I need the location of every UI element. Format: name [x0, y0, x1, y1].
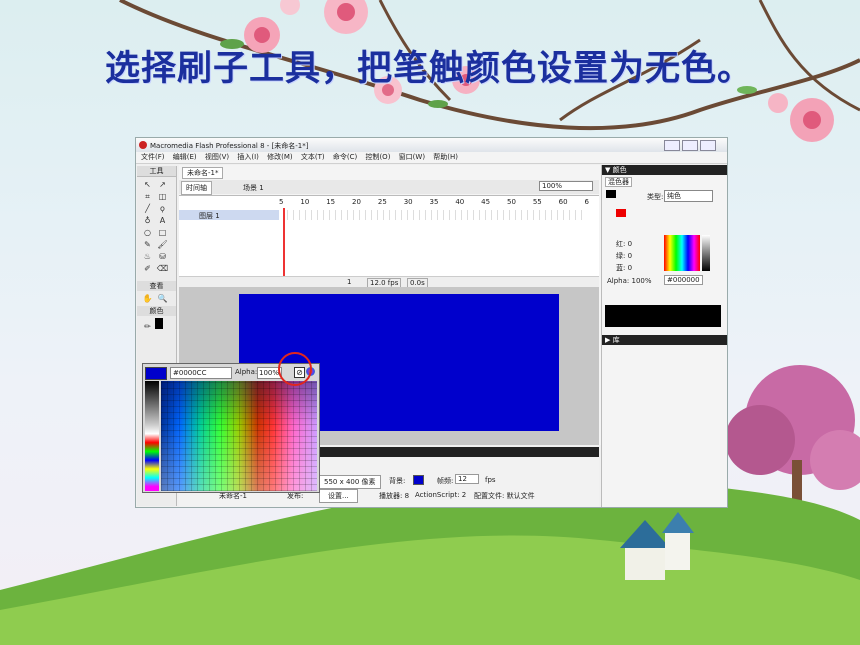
- stroke-color-icon[interactable]: ✏: [140, 321, 155, 332]
- ink-bottle-icon[interactable]: ♨: [140, 251, 155, 262]
- annotation-circle: [278, 352, 312, 386]
- color-label: 颜色: [137, 306, 176, 316]
- green-value[interactable]: 绿: 0: [616, 251, 632, 261]
- fps-input[interactable]: 12: [455, 474, 479, 484]
- alpha-label: Alpha:: [235, 368, 258, 376]
- right-panel: ▼ 颜色 混色器 类型: 纯色 红: 0 绿: 0 蓝: 0 Alpha: 10…: [601, 165, 727, 507]
- blue-value[interactable]: 蓝: 0: [616, 263, 632, 273]
- menu-window[interactable]: 窗口(W): [399, 153, 425, 161]
- color-spectrum[interactable]: [664, 235, 700, 271]
- layer-name: 图层 1: [199, 212, 220, 220]
- zoom-select[interactable]: 100%: [539, 181, 593, 191]
- maximize-button[interactable]: [682, 140, 698, 151]
- fps-label: 帧频:: [437, 477, 454, 485]
- alpha-value[interactable]: Alpha: 100%: [607, 277, 652, 285]
- flash-app-icon: [139, 141, 147, 149]
- line-tool-icon[interactable]: ╱: [140, 203, 155, 214]
- window-title: Macromedia Flash Professional 8 - [未命名-1…: [150, 142, 309, 150]
- brightness-slider[interactable]: [702, 235, 710, 271]
- pen-tool-icon[interactable]: ♁: [140, 215, 155, 226]
- layer-row[interactable]: 图层 1: [179, 210, 279, 220]
- hex-input[interactable]: #0000CC: [170, 367, 232, 379]
- playhead[interactable]: [283, 208, 285, 278]
- tools-label: 工具: [137, 166, 176, 177]
- menu-file[interactable]: 文件(F): [141, 153, 165, 161]
- menu-control[interactable]: 控制(O): [365, 153, 390, 161]
- frame-grid[interactable]: [287, 210, 587, 220]
- actionscript-version: ActionScript: 2: [415, 491, 467, 499]
- eraser-icon[interactable]: ⌫: [155, 263, 170, 274]
- menu-view[interactable]: 视图(V): [205, 153, 229, 161]
- color-preview: [605, 305, 721, 327]
- timeline-button[interactable]: 时间轴: [181, 181, 212, 195]
- view-label: 查看: [137, 281, 176, 291]
- stroke-swatch[interactable]: [606, 190, 616, 198]
- hex-value[interactable]: #000000: [664, 275, 703, 285]
- timeline: 5 10 15 20 25 30 35 40 45 50 55 60 6 图层 1 1 12.0…: [179, 195, 599, 288]
- red-value[interactable]: 红: 0: [616, 239, 632, 249]
- menu-insert[interactable]: 插入(I): [237, 153, 259, 161]
- lasso-tool-icon[interactable]: ϙ: [155, 203, 170, 214]
- document-size-button[interactable]: 550 x 400 像素: [319, 475, 381, 489]
- menu-text[interactable]: 文本(T): [301, 153, 325, 161]
- selection-tool-icon[interactable]: ↖: [140, 179, 155, 190]
- pencil-tool-icon[interactable]: ✎: [140, 239, 155, 250]
- type-label: 类型:: [647, 193, 664, 201]
- brush-tool-icon[interactable]: 🖌: [155, 239, 170, 250]
- minimize-button[interactable]: [664, 140, 680, 151]
- eyedropper-icon[interactable]: ✐: [140, 263, 155, 274]
- player-version: 播放器: 8: [379, 492, 410, 500]
- background-color-swatch[interactable]: [413, 475, 424, 485]
- menu-bar: 文件(F) 编辑(E) 视图(V) 插入(I) 修改(M) 文本(T) 命令(C…: [136, 152, 727, 164]
- current-color-preview: [145, 367, 167, 380]
- mixer-tab[interactable]: 混色器: [605, 177, 632, 187]
- hand-tool-icon[interactable]: ✋: [140, 293, 155, 304]
- profile-label: 配置文件: 默认文件: [474, 492, 535, 500]
- type-select[interactable]: 纯色: [664, 190, 713, 202]
- frame-number: 1: [347, 278, 352, 286]
- free-transform-icon[interactable]: ⌗: [140, 191, 155, 202]
- slide-title: 选择刷子工具，把笔触颜色设置为无色。: [105, 49, 754, 89]
- text-tool-icon[interactable]: A: [155, 215, 170, 226]
- fill-swatch[interactable]: [616, 209, 626, 217]
- background-label: 背景:: [389, 477, 406, 485]
- menu-help[interactable]: 帮助(H): [433, 153, 458, 161]
- frame-ruler: 5 10 15 20 25 30 35 40 45 50 55 60 6: [279, 198, 589, 206]
- window-titlebar: Macromedia Flash Professional 8 - [未命名-1…: [136, 138, 727, 152]
- rectangle-tool-icon[interactable]: □: [155, 227, 170, 238]
- basic-colors-column[interactable]: [145, 381, 159, 491]
- menu-modify[interactable]: 修改(M): [267, 153, 293, 161]
- paint-bucket-icon[interactable]: ⛁: [155, 251, 170, 262]
- oval-tool-icon[interactable]: ○: [140, 227, 155, 238]
- subselection-tool-icon[interactable]: ↗: [155, 179, 170, 190]
- close-button[interactable]: [700, 140, 716, 151]
- document-tab[interactable]: 未命名-1*: [182, 167, 224, 179]
- fps-unit: fps: [485, 476, 496, 484]
- color-panel-header[interactable]: ▼ 颜色: [602, 165, 727, 175]
- library-header[interactable]: ▶ 库: [602, 335, 727, 345]
- settings-button[interactable]: 设置...: [319, 489, 358, 503]
- scene-label[interactable]: 场景 1: [243, 183, 264, 193]
- menu-commands[interactable]: 命令(C): [333, 153, 357, 161]
- fill-transform-icon[interactable]: ◫: [155, 191, 170, 202]
- menu-edit[interactable]: 编辑(E): [173, 153, 197, 161]
- swatch-grid[interactable]: [161, 381, 317, 491]
- stroke-color-swatch[interactable]: [155, 318, 163, 329]
- zoom-tool-icon[interactable]: 🔍: [155, 293, 170, 304]
